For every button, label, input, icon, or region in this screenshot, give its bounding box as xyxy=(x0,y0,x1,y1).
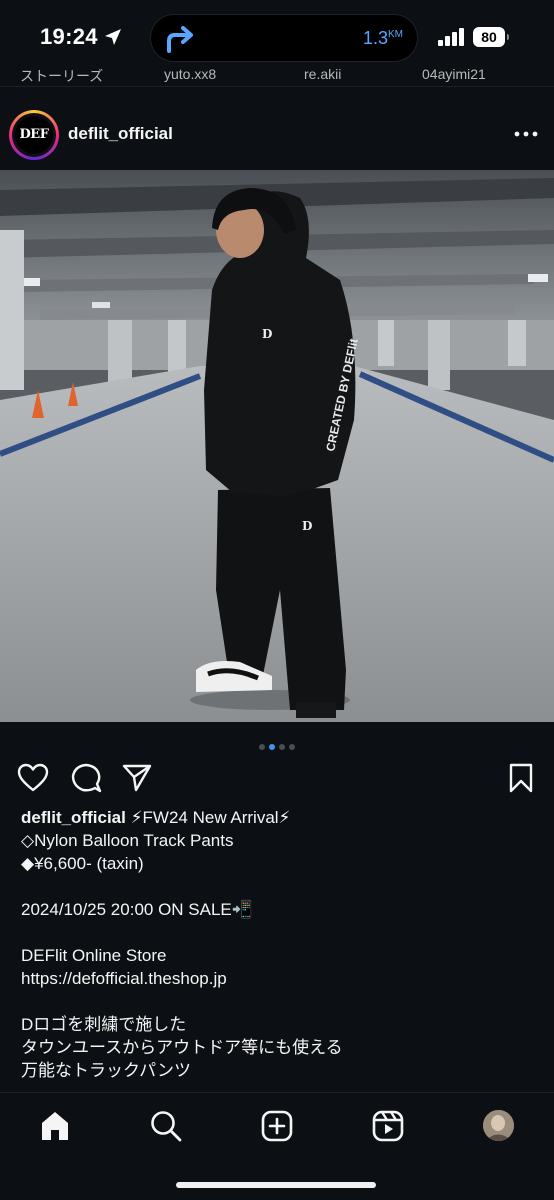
search-icon[interactable] xyxy=(149,1109,183,1143)
create-icon[interactable] xyxy=(260,1109,294,1143)
stories-strip[interactable]: ストーリーズ yuto.xx8 re.akii 04ayimi21 xyxy=(0,64,554,86)
photo-illustration: CREATED BY DEFlit D D xyxy=(0,170,554,722)
avatar[interactable]: DEF xyxy=(9,110,59,160)
caption-line: DEFlit Online Store xyxy=(21,946,167,965)
status-time: 19:24 xyxy=(40,24,98,49)
caption-username[interactable]: deflit_official xyxy=(21,808,126,827)
svg-text:D: D xyxy=(262,327,272,341)
dynamic-island-navigation[interactable]: 1.3KM xyxy=(150,14,418,62)
caption-line xyxy=(21,921,541,944)
carousel-indicator xyxy=(0,738,554,750)
story-label[interactable]: ストーリーズ xyxy=(20,66,103,86)
caption-line: ◆¥6,600- (taxin) xyxy=(21,854,144,873)
bookmark-icon[interactable] xyxy=(505,762,537,794)
heart-icon[interactable] xyxy=(17,762,49,794)
caption-line xyxy=(21,990,541,1013)
caption-line: ◇Nylon Balloon Track Pants xyxy=(21,831,234,850)
carousel-dot-active xyxy=(269,743,275,750)
caption-line: deflit_official ⚡FW24 New Arrival⚡ xyxy=(21,808,291,827)
caption-line: Dロゴを刺繍で施した xyxy=(21,1015,187,1034)
post-username[interactable]: deflit_official xyxy=(68,124,173,144)
caption-line xyxy=(21,875,541,898)
caption-line: タウンユースからアウトドア等にも使える xyxy=(21,1038,343,1057)
story-label[interactable]: yuto.xx8 xyxy=(164,66,216,82)
post-caption: deflit_official ⚡FW24 New Arrival⚡ ◇Nylo… xyxy=(21,806,541,1082)
post-header: DEF deflit_official xyxy=(0,104,554,166)
post-actions xyxy=(0,760,554,796)
navigation-distance: 1.3KM xyxy=(362,28,403,48)
share-icon[interactable] xyxy=(121,762,153,794)
turn-right-arrow-icon xyxy=(167,26,193,53)
post-photo[interactable]: CREATED BY DEFlit D D xyxy=(0,170,554,722)
signal-icon xyxy=(438,28,464,46)
caption-line: 万能なトラックパンツ xyxy=(21,1061,191,1080)
carousel-dot xyxy=(259,743,265,750)
battery-indicator: 80 xyxy=(473,27,509,47)
profile-avatar-image xyxy=(483,1110,514,1141)
comment-icon[interactable] xyxy=(70,762,102,794)
story-label[interactable]: 04ayimi21 xyxy=(422,66,486,82)
reels-icon[interactable] xyxy=(371,1109,405,1143)
home-icon[interactable] xyxy=(38,1109,72,1143)
caption-line: 2024/10/25 20:00 ON SALE📲 xyxy=(21,900,253,919)
carousel-dot xyxy=(279,743,285,750)
svg-text:D: D xyxy=(302,519,312,533)
more-options-icon[interactable] xyxy=(514,126,538,142)
caption-link[interactable]: https://defofficial.theshop.jp xyxy=(21,967,541,990)
profile-avatar[interactable] xyxy=(483,1110,514,1141)
location-arrow-icon xyxy=(105,29,121,45)
divider xyxy=(0,86,554,87)
carousel-dot xyxy=(289,743,295,750)
avatar-logo: DEF xyxy=(15,116,53,154)
home-indicator[interactable] xyxy=(176,1182,376,1188)
story-label[interactable]: re.akii xyxy=(304,66,341,82)
